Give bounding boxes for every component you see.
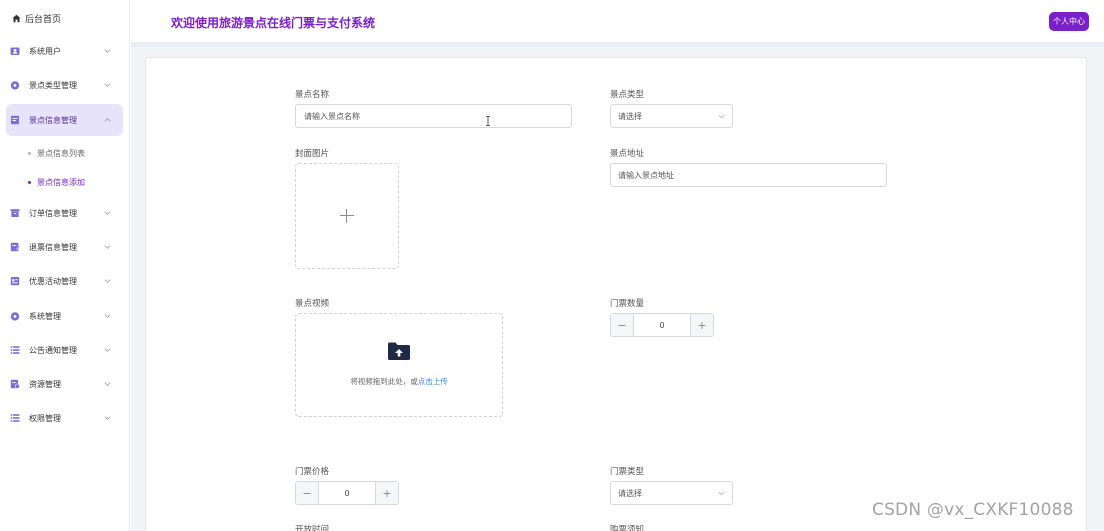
chevron-down-icon	[718, 113, 725, 120]
sidebar-item-permissions[interactable]: 权限管理	[6, 402, 123, 434]
ticket-price-label: 门票价格	[295, 467, 330, 477]
calendar-icon	[10, 276, 20, 286]
click-upload-link[interactable]: 点击上传	[418, 377, 448, 386]
name-input[interactable]: 请输入景点名称	[295, 104, 572, 128]
ticket-count-value[interactable]: 0	[634, 314, 690, 336]
sidebar-item-label: 系统用户	[29, 46, 61, 56]
type-placeholder: 请选择	[618, 111, 642, 121]
sidebar-item-promotions[interactable]: 优惠活动管理	[6, 265, 123, 297]
video-upload-hint: 将视频拖到此处，或点击上传	[296, 376, 502, 387]
purchase-notice-label: 购票须知	[610, 525, 645, 531]
sidebar-item-label: 资源管理	[29, 379, 61, 389]
chevron-down-icon	[104, 381, 111, 388]
home-icon	[12, 14, 21, 23]
increment-button[interactable]: +	[375, 482, 398, 504]
folder-icon	[10, 379, 20, 389]
sidebar-item-label: 景点类型管理	[29, 80, 77, 90]
sidebar-item-resources[interactable]: 资源管理	[6, 368, 123, 400]
form-card	[145, 57, 1087, 531]
address-placeholder: 请输入景点地址	[618, 170, 674, 180]
video-label: 景点视频	[295, 299, 330, 309]
chevron-down-icon	[104, 48, 111, 55]
ticket-count-stepper[interactable]: − 0 +	[610, 313, 714, 337]
user-icon	[10, 46, 20, 56]
chevron-down-icon	[104, 415, 111, 422]
open-time-label: 开放时间	[295, 525, 330, 531]
upload-folder-icon	[388, 342, 410, 360]
chevron-down-icon	[104, 244, 111, 251]
decrement-button[interactable]: −	[611, 314, 634, 336]
sidebar-item-label: 系统管理	[29, 311, 61, 321]
ticket-type-select[interactable]: 请选择	[610, 481, 733, 505]
type-select[interactable]: 请选择	[610, 104, 733, 128]
sidebar: 后台首页 系统用户 景点类型管理 景点信息管理 景点信息列表 景点信息添加 订单…	[0, 0, 130, 531]
sidebar-item-refunds[interactable]: 退票信息管理	[6, 231, 123, 263]
sidebar-item-label: 退票信息管理	[29, 242, 77, 252]
video-upload[interactable]: 将视频拖到此处，或点击上传	[295, 313, 503, 417]
chevron-down-icon	[104, 313, 111, 320]
address-label: 景点地址	[610, 149, 645, 159]
sidebar-item-label: 订单信息管理	[29, 208, 77, 218]
bullet-icon	[28, 152, 31, 155]
chevron-down-icon	[104, 278, 111, 285]
page-title: 欢迎使用旅游景点在线门票与支付系统	[171, 16, 376, 30]
document-icon	[10, 115, 20, 125]
sidebar-item-attraction-info[interactable]: 景点信息管理	[6, 104, 123, 136]
decrement-button[interactable]: −	[296, 482, 319, 504]
top-header: 欢迎使用旅游景点在线门票与支付系统 个人中心	[131, 0, 1104, 42]
list-icon	[10, 413, 20, 423]
video-hint-text: 将视频拖到此处，或	[350, 377, 418, 386]
sidebar-subitem-label: 景点信息列表	[37, 149, 85, 158]
type-label: 景点类型	[610, 90, 645, 100]
chevron-down-icon	[104, 82, 111, 89]
list-icon	[10, 345, 20, 355]
ticket-price-stepper[interactable]: − 0 +	[295, 481, 399, 505]
address-input[interactable]: 请输入景点地址	[610, 163, 887, 187]
increment-button[interactable]: +	[690, 314, 713, 336]
cover-upload[interactable]	[295, 163, 399, 269]
cover-label: 封面图片	[295, 149, 330, 159]
plus-icon	[340, 209, 354, 223]
bullet-icon	[28, 181, 31, 184]
sidebar-item-label: 公告通知管理	[29, 345, 77, 355]
sidebar-item-attraction-types[interactable]: 景点类型管理	[6, 69, 123, 101]
chevron-down-icon	[718, 490, 725, 497]
sidebar-item-system-users[interactable]: 系统用户	[6, 35, 123, 67]
sidebar-item-label: 权限管理	[29, 413, 61, 423]
sidebar-item-label: 优惠活动管理	[29, 276, 77, 286]
sidebar-home[interactable]: 后台首页	[12, 12, 61, 25]
chevron-up-icon	[104, 117, 111, 124]
box-icon	[10, 208, 20, 218]
ticket-count-label: 门票数量	[610, 299, 645, 309]
sidebar-subitem-attraction-add[interactable]: 景点信息添加	[28, 177, 85, 188]
name-label: 景点名称	[295, 90, 330, 100]
sidebar-item-announcements[interactable]: 公告通知管理	[6, 334, 123, 366]
ticket-type-placeholder: 请选择	[618, 488, 642, 498]
name-placeholder: 请输入景点名称	[304, 111, 360, 121]
sidebar-home-label: 后台首页	[25, 15, 62, 25]
watermark: CSDN @vx_CXKF10088	[872, 500, 1074, 520]
sidebar-item-label: 景点信息管理	[29, 115, 77, 125]
chevron-down-icon	[104, 347, 111, 354]
ticket-price-value[interactable]: 0	[319, 482, 375, 504]
edit-icon	[10, 242, 20, 252]
user-center-button[interactable]: 个人中心	[1049, 12, 1089, 31]
text-cursor-icon	[486, 116, 490, 126]
sidebar-item-orders[interactable]: 订单信息管理	[6, 197, 123, 229]
sidebar-item-system-settings[interactable]: 系统管理	[6, 300, 123, 332]
chevron-down-icon	[104, 210, 111, 217]
sidebar-subitem-attraction-list[interactable]: 景点信息列表	[28, 148, 85, 159]
sidebar-subitem-label: 景点信息添加	[37, 178, 85, 187]
settings-icon	[10, 311, 20, 321]
tag-icon	[10, 80, 20, 90]
ticket-type-label: 门票类型	[610, 467, 645, 477]
